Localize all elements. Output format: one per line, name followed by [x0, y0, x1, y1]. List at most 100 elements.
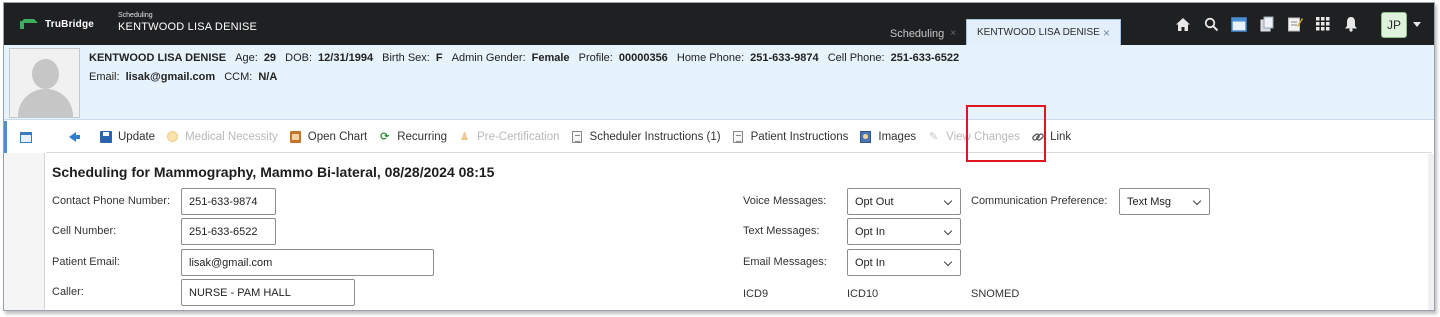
communication-preference-value: Text Msg	[1127, 195, 1172, 208]
search-icon[interactable]	[1202, 15, 1220, 33]
age-label: Age:	[235, 52, 258, 64]
age-value: 29	[263, 52, 277, 64]
profile-label: Profile:	[578, 52, 613, 64]
communication-preference-select[interactable]: Text Msg	[1119, 188, 1210, 215]
icd9-header: ICD9	[743, 288, 769, 300]
tab-scheduling[interactable]: Scheduling ×	[880, 22, 966, 45]
cell-number-field[interactable]: 251-633-6522	[181, 218, 276, 245]
voice-messages-label: Voice Messages:	[743, 195, 827, 207]
text-messages-select[interactable]: Opt In	[847, 218, 961, 245]
medical-necessity-icon	[166, 130, 179, 143]
birth-sex-label: Birth Sex:	[382, 52, 430, 64]
communication-preference-label: Communication Preference:	[971, 195, 1108, 207]
home-icon[interactable]	[1174, 15, 1192, 33]
chevron-down-icon[interactable]	[1413, 22, 1421, 27]
left-nav-calendar-item[interactable]	[4, 121, 45, 153]
tab-label: Scheduling	[889, 27, 945, 40]
bell-icon[interactable]	[1342, 15, 1360, 33]
chevron-down-icon	[943, 257, 953, 267]
demographics-line-2: Email: lisak@gmail.com CCM: N/A	[89, 68, 959, 87]
patient-instructions-label: Patient Instructions	[750, 130, 849, 143]
user-avatar-button[interactable]: JP	[1381, 12, 1407, 38]
window-icon[interactable]	[1230, 15, 1248, 33]
patient-instructions-button[interactable]: Patient Instructions	[732, 121, 849, 153]
cell-phone-value: 251-633-6522	[890, 52, 960, 64]
open-chart-button[interactable]: Open Chart	[289, 121, 367, 153]
open-chart-label: Open Chart	[307, 130, 368, 143]
patient-email-label: Patient Email:	[52, 256, 120, 268]
cell-number-label: Cell Number:	[52, 225, 117, 237]
link-highlight-box	[966, 105, 1046, 162]
voice-messages-value: Opt Out	[855, 195, 894, 208]
patient-banner: KENTWOOD LISA DENISE Age: 29 DOB: 12/31/19…	[4, 45, 1434, 120]
logo-mark-icon	[20, 19, 38, 29]
email-messages-select[interactable]: Opt In	[847, 249, 961, 276]
page-title: Scheduling for Mammography, Mammo Bi-lat…	[52, 164, 495, 180]
medical-necessity-label: Medical Necessity	[185, 130, 278, 143]
text-messages-label: Text Messages:	[743, 225, 820, 237]
images-button[interactable]: Images	[859, 121, 916, 153]
home-phone-label: Home Phone:	[676, 52, 745, 64]
calendar-icon	[20, 131, 32, 143]
images-label: Images	[878, 130, 917, 143]
snomed-header: SNOMED	[971, 288, 1020, 300]
left-nav-strip	[4, 121, 45, 310]
top-bar: TruBridge Scheduling KENTWOOD LISA DENIS…	[4, 3, 1434, 45]
scheduler-instructions-icon	[571, 130, 584, 143]
close-icon[interactable]: ×	[1103, 26, 1110, 40]
pre-certification-icon: ♟	[459, 131, 470, 143]
patient-photo-placeholder	[9, 48, 80, 118]
documents-icon[interactable]	[1258, 15, 1276, 33]
update-button[interactable]: Update	[99, 121, 155, 153]
trubridge-logo[interactable]: TruBridge	[20, 16, 94, 32]
tab-patient[interactable]: KENTWOOD LISA DENISE ×	[966, 19, 1121, 45]
context-patient-name: KENTWOOD LISA DENISE	[118, 21, 258, 33]
chart-icon	[289, 130, 302, 143]
context-header: Scheduling KENTWOOD LISA DENISE	[118, 12, 257, 34]
contact-phone-label: Contact Phone Number:	[52, 195, 171, 207]
dob-value: 12/31/1994	[318, 52, 374, 64]
save-icon	[99, 130, 112, 143]
email-messages-value: Opt In	[855, 256, 885, 269]
scheduler-instructions-button[interactable]: Scheduler Instructions (1)	[571, 121, 721, 153]
icd10-header: ICD10	[847, 288, 879, 300]
email-value: lisak@gmail.com	[125, 71, 216, 83]
profile-value: 00000356	[618, 52, 668, 64]
patient-name: KENTWOOD LISA DENISE	[89, 52, 227, 64]
ccm-label: CCM:	[224, 71, 253, 83]
recurring-button[interactable]: ⟳ Recurring	[378, 121, 447, 153]
avatar-head-shape	[32, 59, 59, 89]
back-button[interactable]	[66, 121, 85, 153]
patient-email-field[interactable]: lisak@gmail.com	[181, 249, 434, 276]
scheduler-instructions-label: Scheduler Instructions (1)	[589, 130, 721, 143]
close-icon[interactable]: ×	[950, 28, 956, 39]
avatar-body-shape	[18, 89, 73, 117]
scheduling-form: Scheduling for Mammography, Mammo Bi-lat…	[46, 154, 1432, 310]
top-icon-group	[1174, 13, 1370, 35]
email-label: Email:	[89, 71, 120, 83]
patient-demographics: KENTWOOD LISA DENISE Age: 29 DOB: 12/31/19…	[89, 49, 959, 87]
patient-instructions-icon	[732, 130, 745, 143]
admin-gender-label: Admin Gender:	[451, 52, 526, 64]
update-label: Update	[118, 130, 156, 143]
tab-label: KENTWOOD LISA DENISE	[977, 27, 1100, 38]
email-messages-label: Email Messages:	[743, 256, 827, 268]
cell-phone-label: Cell Phone:	[827, 52, 885, 64]
apps-grid-icon[interactable]	[1314, 15, 1332, 33]
voice-messages-select[interactable]: Opt Out	[847, 188, 961, 215]
caller-field[interactable]: NURSE - PAM HALL	[181, 279, 355, 306]
contact-phone-field[interactable]: 251-633-9874	[181, 188, 276, 215]
birth-sex-value: F	[435, 52, 443, 64]
dob-label: DOB:	[285, 52, 313, 64]
images-icon	[859, 130, 872, 143]
medical-necessity-button[interactable]: Medical Necessity	[166, 121, 278, 153]
link-label: Link	[1050, 130, 1072, 143]
app-window: TruBridge Scheduling KENTWOOD LISA DENIS…	[3, 2, 1435, 311]
back-arrow-icon	[66, 130, 80, 143]
action-toolbar: Update Medical Necessity Open Chart ⟳ Re…	[46, 121, 1432, 153]
admin-gender-value: Female	[531, 52, 570, 64]
notes-icon[interactable]	[1286, 15, 1304, 33]
context-module: Scheduling	[118, 12, 153, 19]
pre-certification-button[interactable]: ♟ Pre-Certification	[458, 121, 560, 153]
vertical-scrollbar[interactable]	[1428, 154, 1434, 310]
